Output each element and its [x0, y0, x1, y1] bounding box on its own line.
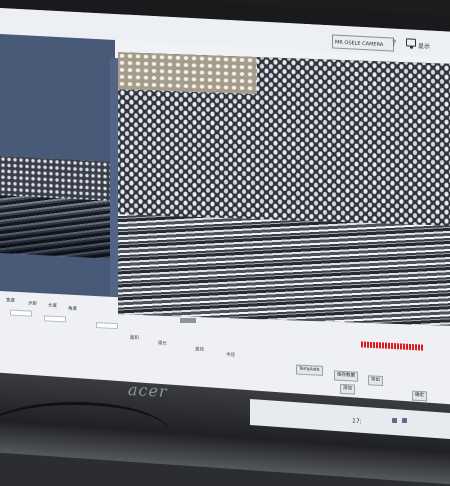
fiber-streaks	[118, 214, 450, 326]
add-button[interactable]: 添加	[340, 383, 355, 395]
value-field-3[interactable]	[96, 322, 118, 330]
taskbar-time: 17:	[351, 417, 362, 426]
camera-select[interactable]: MR OSELE CAMERA	[332, 34, 394, 52]
thumbnail-texture	[0, 156, 110, 201]
toolbar-label-5: 周长	[158, 341, 167, 347]
tray-icon-1[interactable]	[392, 418, 397, 423]
fiber-highlight	[118, 52, 258, 94]
toolbar-label-1: 步距	[28, 301, 37, 307]
cable	[0, 402, 170, 465]
ok-button[interactable]: 确定	[412, 390, 427, 402]
left-panel	[0, 34, 115, 331]
microscope-image[interactable]	[118, 52, 450, 326]
toolbar-label-3: 角度	[68, 306, 77, 313]
tray-icon-2[interactable]	[402, 418, 407, 423]
toolbar-label-6: 直径	[195, 347, 204, 353]
toolbar-label-7: 半径	[226, 352, 235, 359]
template-select[interactable]: Template	[296, 364, 323, 376]
scroll-handle[interactable]	[180, 318, 196, 323]
display-icon[interactable]	[406, 38, 416, 47]
toolbar-label-0: 宽度	[6, 298, 15, 304]
export-button[interactable]: 导出	[368, 375, 383, 387]
help-icon[interactable]: ?	[392, 39, 396, 48]
display-label: 显示	[418, 42, 431, 51]
toolbar-label-2: 长度	[48, 303, 57, 309]
value-field-2[interactable]	[44, 315, 66, 323]
save-data-button[interactable]: 保存数据	[334, 370, 358, 382]
value-field-1[interactable]	[10, 309, 32, 317]
brand-logo: acer	[127, 379, 169, 402]
toolbar-label-4: 面积	[130, 335, 139, 342]
thumbnail-image[interactable]	[0, 156, 110, 259]
